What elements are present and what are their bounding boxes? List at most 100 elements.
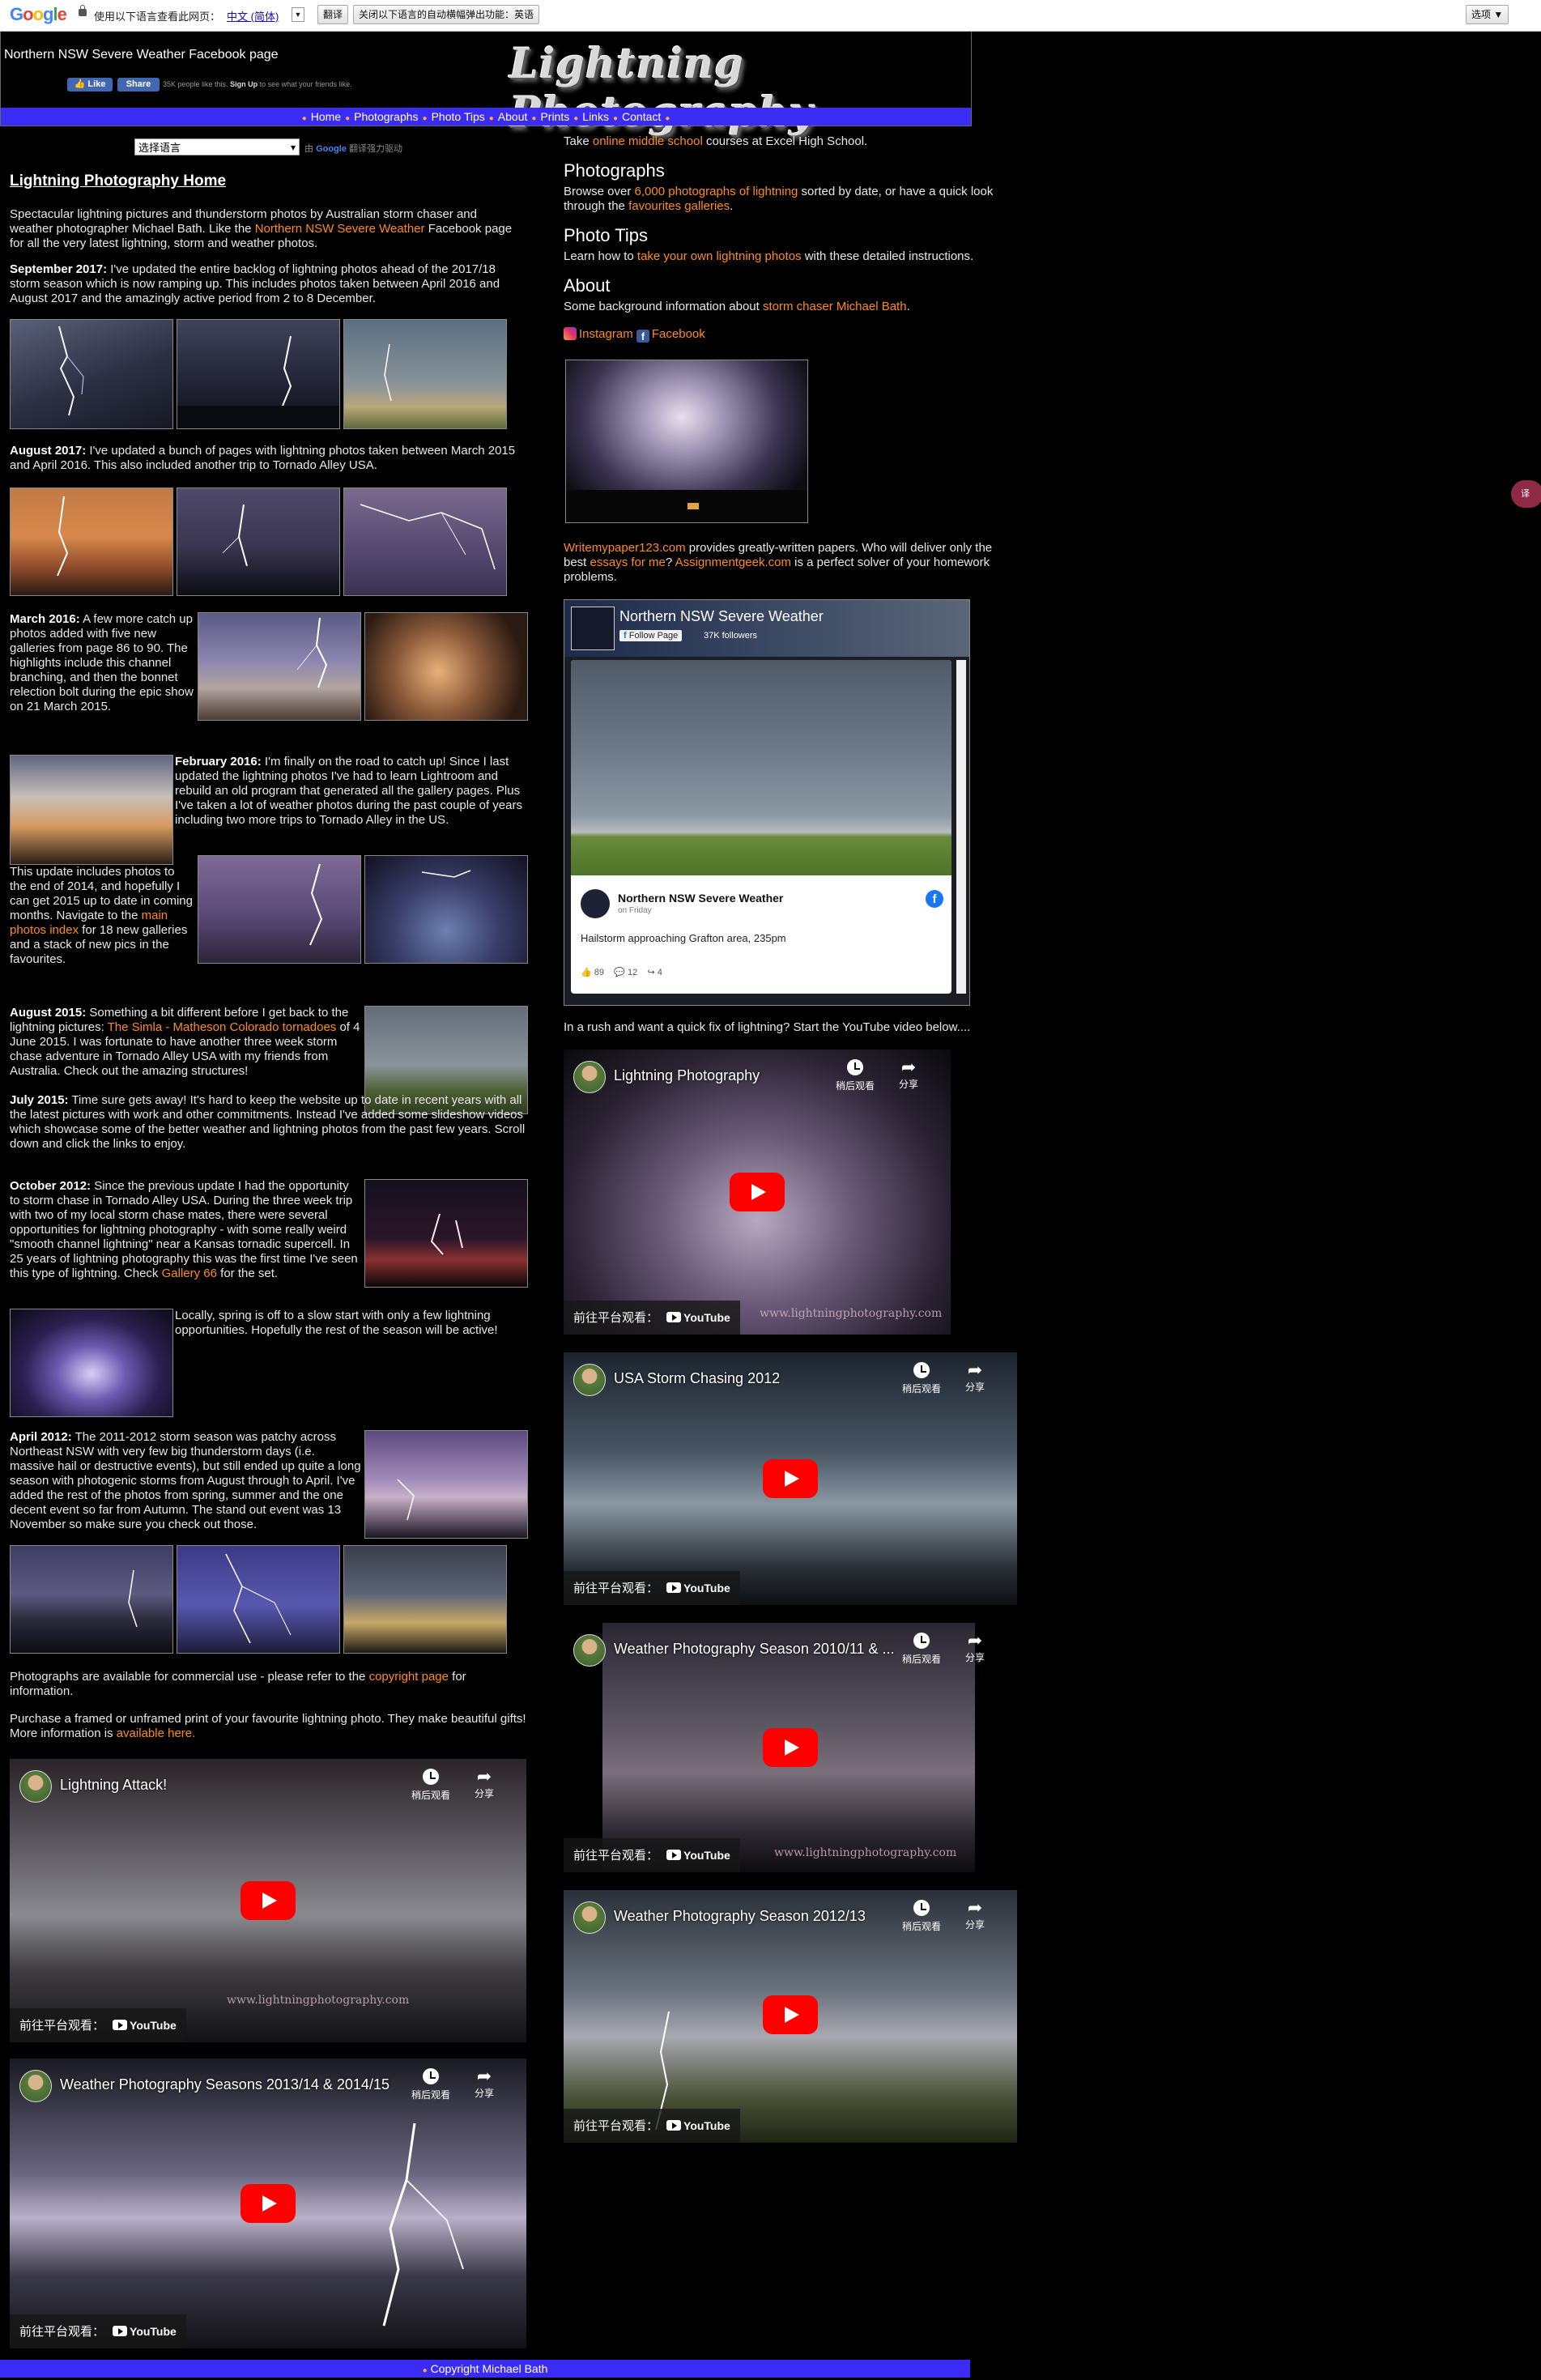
channel-avatar[interactable] [573,1061,606,1093]
share-button[interactable]: ➦ 分享 [959,1631,991,1664]
share-button[interactable]: ➦ 分享 [468,2067,500,2100]
youtube-video-season-2012-13[interactable]: Weather Photography Season 2012/13 稍后观看 … [564,1890,1017,2143]
watch-later-button[interactable]: 稍后观看 [831,1059,879,1092]
lightning-photo[interactable] [364,1430,528,1539]
nav-prints[interactable]: Prints [540,110,569,123]
lightning-photo[interactable] [177,487,340,596]
like-icon[interactable]: 👍 [581,968,592,977]
avatar[interactable] [581,889,610,918]
watch-later-button[interactable]: 稍后观看 [897,1900,946,1933]
chevron-down-icon[interactable]: ▼ [292,7,304,22]
play-button[interactable] [241,1881,296,1920]
channel-avatar[interactable] [19,1770,52,1803]
play-button[interactable] [763,1459,818,1498]
supercell-photo[interactable] [343,1545,507,1654]
post-image[interactable] [571,660,951,875]
channel-avatar[interactable] [573,1634,606,1667]
watch-later-button[interactable]: 稍后观看 [407,2068,455,2101]
gallery-66-link[interactable]: Gallery 66 [162,1267,217,1280]
lightning-photo[interactable] [10,1545,173,1654]
play-button[interactable] [241,2184,296,2223]
video-title[interactable]: Weather Photography Seasons 2013/14 & 20… [60,2076,390,2093]
translate-language-link[interactable]: 中文 (简体) [227,8,279,23]
share-button[interactable]: ➦ 分享 [468,1767,500,1800]
lightning-photo[interactable] [198,612,361,721]
play-button[interactable] [763,1995,818,2034]
video-title[interactable]: Weather Photography Season 2010/11 & ... [614,1641,895,1658]
channel-avatar[interactable] [19,2070,52,2102]
facebook-widget-page-name[interactable]: Northern NSW Severe Weather [619,608,824,625]
northern-nsw-link[interactable]: Northern NSW Severe Weather [255,222,425,236]
lightning-photo[interactable] [343,319,507,429]
watch-later-button[interactable]: 稍后观看 [897,1362,946,1395]
translate-side-tab[interactable]: 译 [1511,480,1541,508]
facebook-page-link[interactable]: Northern NSW Severe Weather Facebook pag… [4,48,279,62]
play-button[interactable] [763,1728,818,1767]
youtube-video-season-2010-11[interactable]: Weather Photography Season 2010/11 & ...… [564,1623,1017,1872]
watch-later-button[interactable]: 稍后观看 [897,1633,946,1666]
youtube-video-lightning-attack[interactable]: Lightning Attack! 稍后观看 ➦ 分享 www.lightning… [10,1759,526,2042]
play-button[interactable] [730,1173,785,1211]
facebook-icon[interactable]: f [926,890,943,908]
writemypaper-link[interactable]: Writemypaper123.com [564,541,686,555]
lightning-photo[interactable] [364,855,528,964]
translate-button[interactable]: 翻译 [317,5,349,24]
nav-photographs[interactable]: Photographs [354,110,418,123]
watch-on-youtube-button[interactable]: 前往平台观看： YouTube [564,1571,740,1605]
nav-photo-tips[interactable]: Photo Tips [432,110,485,123]
simla-tornadoes-link[interactable]: The Simla - Matheson Colorado tornadoes [108,1020,337,1034]
nav-about[interactable]: About [498,110,528,123]
prints-link[interactable]: available here. [117,1726,196,1740]
video-title[interactable]: Lightning Photography [614,1067,760,1084]
about-link[interactable]: storm chaser Michael Bath [763,300,907,313]
supercell-photo[interactable] [10,755,173,865]
facebook-share-button[interactable]: Share [117,78,160,92]
share-button[interactable]: ➦ 分享 [959,1360,991,1394]
share-button[interactable]: ➦ 分享 [892,1058,925,1091]
video-title[interactable]: Weather Photography Season 2012/13 [614,1908,866,1925]
disable-banner-button[interactable]: 关闭以下语言的自动横幅弹出功能：英语 [353,5,540,24]
youtube-video-usa-storm-chasing[interactable]: USA Storm Chasing 2012 稍后观看 ➦ 分享 前往平台观看： Y… [564,1352,1017,1605]
video-title[interactable]: USA Storm Chasing 2012 [614,1370,780,1387]
lightning-photo[interactable] [177,1545,340,1654]
photo-tips-link[interactable]: take your own lightning photos [637,249,802,263]
essays-link[interactable]: essays for me [590,556,666,569]
facebook-signup-link[interactable]: Sign Up [230,80,258,88]
facebook-icon[interactable]: f [636,330,649,343]
scrollbar[interactable] [956,660,966,994]
watch-on-youtube-button[interactable]: 前往平台观看： YouTube [10,2314,186,2348]
favourites-link[interactable]: favourites galleries [628,199,730,213]
lightning-photo[interactable] [10,487,173,596]
assignmentgeek-link[interactable]: Assignmentgeek.com [675,556,791,569]
video-title[interactable]: Lightning Attack! [60,1777,167,1794]
youtube-video-seasons-2013-2015[interactable]: Weather Photography Seasons 2013/14 & 20… [10,2059,526,2348]
online-middle-school-link[interactable]: online middle school [593,134,703,148]
nav-contact[interactable]: Contact [622,110,661,123]
lightning-photo[interactable] [343,487,507,596]
watch-on-youtube-button[interactable]: 前往平台观看： YouTube [564,2109,740,2143]
lightning-photo[interactable] [198,855,361,964]
lightning-photo[interactable] [10,319,173,429]
nav-home[interactable]: Home [311,110,341,123]
follow-page-button[interactable]: f Follow Page [619,630,683,641]
channel-avatar[interactable] [573,1364,606,1396]
comment-icon[interactable]: 💬 [614,968,625,977]
watch-on-youtube-button[interactable]: 前往平台观看： YouTube [10,2008,186,2042]
photographs-link[interactable]: 6,000 photographs of lightning [635,185,798,198]
watch-on-youtube-button[interactable]: 前往平台观看： YouTube [564,1301,740,1335]
instagram-icon[interactable] [564,327,577,340]
watch-on-youtube-button[interactable]: 前往平台观看： YouTube [564,1838,740,1872]
youtube-video-lightning-photography[interactable]: Lightning Photography 稍后观看 ➦ 分享 www.light… [564,1049,951,1335]
options-button[interactable]: 选项 ▼ [1466,5,1509,24]
copyright-page-link[interactable]: copyright page [369,1670,449,1684]
instagram-link[interactable]: Instagram [579,327,633,341]
storm-cloud-photo[interactable] [565,360,808,523]
post-timestamp[interactable]: on Friday [618,906,652,915]
page-logo[interactable] [571,607,615,650]
lightning-photo[interactable] [364,1179,528,1288]
watch-later-button[interactable]: 稍后观看 [407,1769,455,1802]
facebook-like-button[interactable]: 👍 Like [67,78,113,92]
channel-avatar[interactable] [573,1901,606,1934]
post-author[interactable]: Northern NSW Severe Weather [618,892,783,905]
share-icon[interactable]: ↪ [648,968,655,977]
